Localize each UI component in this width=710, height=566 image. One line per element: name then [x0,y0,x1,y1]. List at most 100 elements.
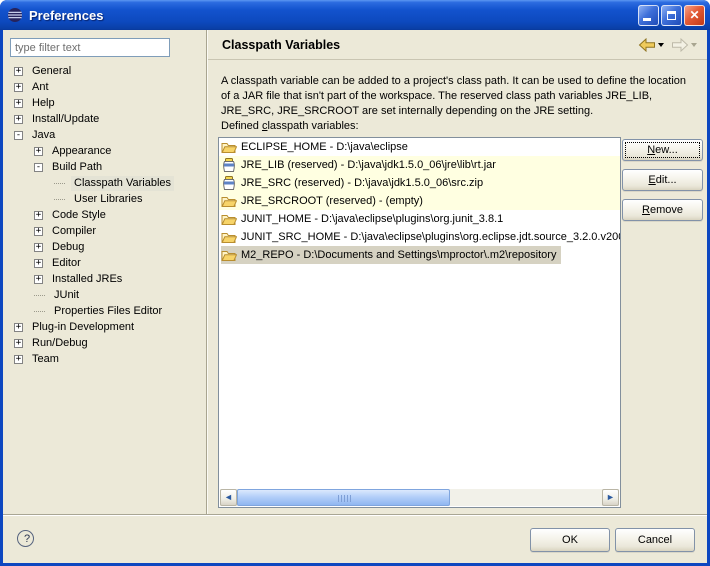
variable-row[interactable]: JUNIT_SRC_HOME - D:\java\eclipse\plugins… [219,228,620,246]
list-label: Defined classpath variables: [221,120,359,132]
tree-item-team[interactable]: + Team [7,351,205,367]
tree-item-appearance[interactable]: + Appearance [7,143,205,159]
panel-divider [206,30,208,514]
tree-item-install-update[interactable]: + Install/Update [7,111,205,127]
dialog-body: +General+Ant+Help+Install/Update-Java+Ap… [3,30,707,563]
tree-item-plug-in-development[interactable]: + Plug-in Development [7,319,205,335]
ok-button[interactable]: OK [530,528,610,552]
tree-item-properties-files-editor[interactable]: Properties Files Editor [7,303,205,319]
variable-text: JRE_SRC (reserved) - D:\java\jdk1.5.0_06… [241,175,483,192]
folder-open-icon [221,247,237,263]
minimize-button[interactable] [638,5,659,26]
scroll-right-icon[interactable]: ► [602,489,619,506]
forward-button[interactable] [669,37,699,53]
variable-row[interactable]: JRE_LIB (reserved) - D:\java\jdk1.5.0_06… [219,156,620,174]
preferences-tree: +General+Ant+Help+Install/Update-Java+Ap… [7,63,205,367]
tree-item-label: Install/Update [29,112,102,127]
forward-dropdown-icon[interactable] [691,43,697,47]
expand-plus-icon[interactable]: + [14,115,23,124]
expand-plus-icon[interactable]: + [14,323,23,332]
variable-rows: ECLIPSE_HOME - D:\java\eclipseJRE_LIB (r… [219,138,620,264]
folder-open-icon [221,211,237,227]
back-dropdown-icon[interactable] [658,43,664,47]
tree-item-label: Build Path [49,160,105,175]
expand-plus-icon[interactable]: + [34,275,43,284]
tree-connector [54,199,65,200]
tree-item-label: Editor [49,256,84,271]
classpath-variables-list[interactable]: ECLIPSE_HOME - D:\java\eclipseJRE_LIB (r… [218,137,621,508]
horizontal-scrollbar[interactable]: ◄ ► [220,489,619,506]
tree-item-label: Plug-in Development [29,320,137,335]
title-bar[interactable]: Preferences ✕ [0,0,710,30]
tree-item-java[interactable]: -Java [7,127,205,143]
cancel-button[interactable]: Cancel [615,528,695,552]
variable-row[interactable]: ECLIPSE_HOME - D:\java\eclipse [219,138,620,156]
new-button[interactable]: New... [622,139,703,161]
tree-item-label: Run/Debug [29,336,91,351]
question-icon: ? [24,533,30,545]
tree-item-label: Ant [29,80,52,95]
tree-item-installed-jres[interactable]: +Installed JREs [7,271,205,287]
collapse-minus-icon[interactable]: - [34,163,43,172]
expand-plus-icon[interactable]: + [34,211,43,220]
close-icon: ✕ [685,6,704,25]
variable-row[interactable]: JUNIT_HOME - D:\java\eclipse\plugins\org… [219,210,620,228]
expand-plus-icon[interactable]: + [34,227,43,236]
variable-text: ECLIPSE_HOME - D:\java\eclipse [241,139,408,156]
filter-input[interactable] [10,38,170,57]
back-button[interactable] [636,37,666,53]
scrollbar-thumb[interactable] [237,489,450,506]
scrollbar-grip-icon [338,495,351,502]
expand-plus-icon[interactable]: + [34,259,43,268]
tree-item-label: Team [29,352,62,367]
tree-item-debug[interactable]: + Debug [7,239,205,255]
description-text: A classpath variable can be added to a p… [221,74,697,119]
expand-plus-icon[interactable]: + [14,339,23,348]
page-title: Classpath Variables [222,38,636,52]
tree-item-compiler[interactable]: + Compiler [7,223,205,239]
folder-open-icon [221,139,237,155]
scroll-left-icon[interactable]: ◄ [220,489,237,506]
minimize-icon [643,18,651,21]
tree-item-build-path[interactable]: -Build Path [7,159,205,175]
remove-button[interactable]: Remove [622,199,703,221]
tree-item-editor[interactable]: + Editor [7,255,205,271]
expand-plus-icon[interactable]: + [14,99,23,108]
variable-text: JUNIT_SRC_HOME - D:\java\eclipse\plugins… [241,229,620,246]
tree-item-ant[interactable]: + Ant [7,79,205,95]
variable-text: JUNIT_HOME - D:\java\eclipse\plugins\org… [241,211,503,228]
tree-item-label: Debug [49,240,87,255]
tree-item-help[interactable]: +Help [7,95,205,111]
help-button[interactable]: ? [17,530,34,547]
expand-plus-icon[interactable]: + [14,67,23,76]
variable-text: M2_REPO - D:\Documents and Settings\mpro… [241,247,556,264]
tree-item-label: Compiler [49,224,99,239]
expand-plus-icon[interactable]: + [14,355,23,364]
preferences-dialog: Preferences ✕ +General+Ant+Help+Install/… [0,0,710,566]
collapse-minus-icon[interactable]: - [14,131,23,140]
variable-row[interactable]: JRE_SRC (reserved) - D:\java\jdk1.5.0_06… [219,174,620,192]
maximize-icon [667,11,676,20]
variable-row[interactable]: M2_REPO - D:\Documents and Settings\mpro… [219,246,620,264]
tree-connector [34,295,45,296]
jar-icon [221,175,237,191]
tree-item-user-libraries[interactable]: User Libraries [7,191,205,207]
tree-item-label: Classpath Variables [71,176,174,191]
close-button[interactable]: ✕ [684,5,705,26]
variable-row[interactable]: JRE_SRCROOT (reserved) - (empty) [219,192,620,210]
edit-button[interactable]: Edit... [622,169,703,191]
expand-plus-icon[interactable]: + [14,83,23,92]
tree-item-label: Appearance [49,144,114,159]
expand-plus-icon[interactable]: + [34,147,43,156]
tree-item-code-style[interactable]: +Code Style [7,207,205,223]
tree-item-run-debug[interactable]: + Run/Debug [7,335,205,351]
tree-item-classpath-variables[interactable]: Classpath Variables [7,175,205,191]
expand-plus-icon[interactable]: + [34,243,43,252]
tree-connector [54,183,65,184]
tree-item-label: Properties Files Editor [51,304,165,319]
tree-item-label: Java [29,128,58,143]
variable-text: JRE_LIB (reserved) - D:\java\jdk1.5.0_06… [241,157,496,174]
tree-item-general[interactable]: +General [7,63,205,79]
maximize-button[interactable] [661,5,682,26]
tree-item-junit[interactable]: JUnit [7,287,205,303]
